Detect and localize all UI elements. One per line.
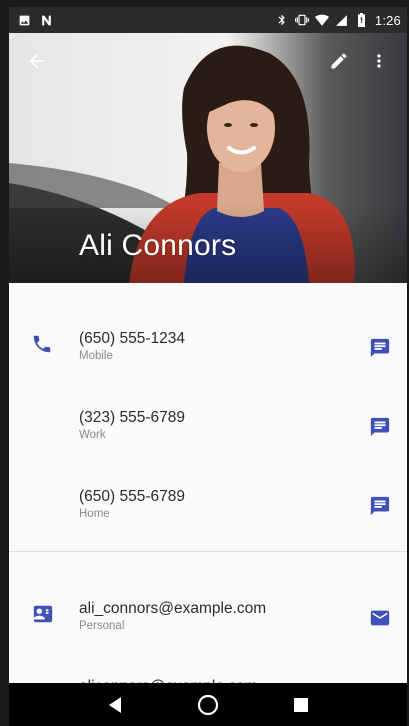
phone-number: (323) 555-6789 xyxy=(79,409,185,426)
cell-signal-icon xyxy=(335,13,349,27)
phone-row-mobile[interactable]: (650) 555-1234 Mobile xyxy=(9,315,407,375)
nav-recents-button[interactable] xyxy=(284,688,318,722)
message-icon[interactable] xyxy=(369,495,393,519)
arrow-back-icon xyxy=(29,53,45,69)
phone-type: Work xyxy=(79,429,106,441)
message-icon[interactable] xyxy=(369,337,393,361)
phone-type: Mobile xyxy=(79,350,113,362)
back-button[interactable] xyxy=(17,41,57,81)
navigation-bar xyxy=(9,683,407,726)
nav-home-button[interactable] xyxy=(191,688,225,722)
n-notification-icon xyxy=(39,13,53,27)
status-bar: 1:26 xyxy=(9,7,407,33)
contact-name: Ali Connors xyxy=(79,229,237,262)
phone-row-home[interactable]: (650) 555-6789 Home xyxy=(9,473,407,533)
triangle-back-icon xyxy=(109,696,122,713)
phone-number: (650) 555-6789 xyxy=(79,488,185,505)
phone-screen: 1:26 Ali Connors (650) 555-1234 Mobile (… xyxy=(0,0,409,726)
section-divider xyxy=(9,551,407,552)
vibrate-icon xyxy=(294,13,309,27)
square-recents-icon xyxy=(293,697,308,712)
message-icon[interactable] xyxy=(369,416,393,440)
battery-icon xyxy=(355,13,369,27)
circle-home-icon xyxy=(197,694,219,715)
bluetooth-icon xyxy=(275,13,289,27)
pencil-icon xyxy=(331,53,347,69)
status-time: 1:26 xyxy=(374,12,401,28)
more-vert-icon xyxy=(377,54,381,68)
nav-back-button[interactable] xyxy=(98,688,132,722)
email-icon[interactable] xyxy=(369,607,393,631)
overflow-menu-button[interactable] xyxy=(359,41,399,81)
phone-number: (650) 555-1234 xyxy=(79,330,185,347)
phone-type: Home xyxy=(79,508,110,520)
app-bar xyxy=(9,33,407,89)
phone-row-work[interactable]: (323) 555-6789 Work xyxy=(9,394,407,454)
contact-details: (650) 555-1234 Mobile (323) 555-6789 Wor… xyxy=(9,283,407,704)
email-type: Personal xyxy=(79,620,125,632)
phone-icon xyxy=(31,333,55,357)
email-row-personal[interactable]: ali_connors@example.com Personal xyxy=(9,585,407,645)
image-icon xyxy=(17,13,31,27)
email-address: ali_connors@example.com xyxy=(79,600,267,617)
wifi-icon xyxy=(314,13,329,27)
edit-button[interactable] xyxy=(319,41,359,81)
contact-card-icon xyxy=(31,603,55,627)
